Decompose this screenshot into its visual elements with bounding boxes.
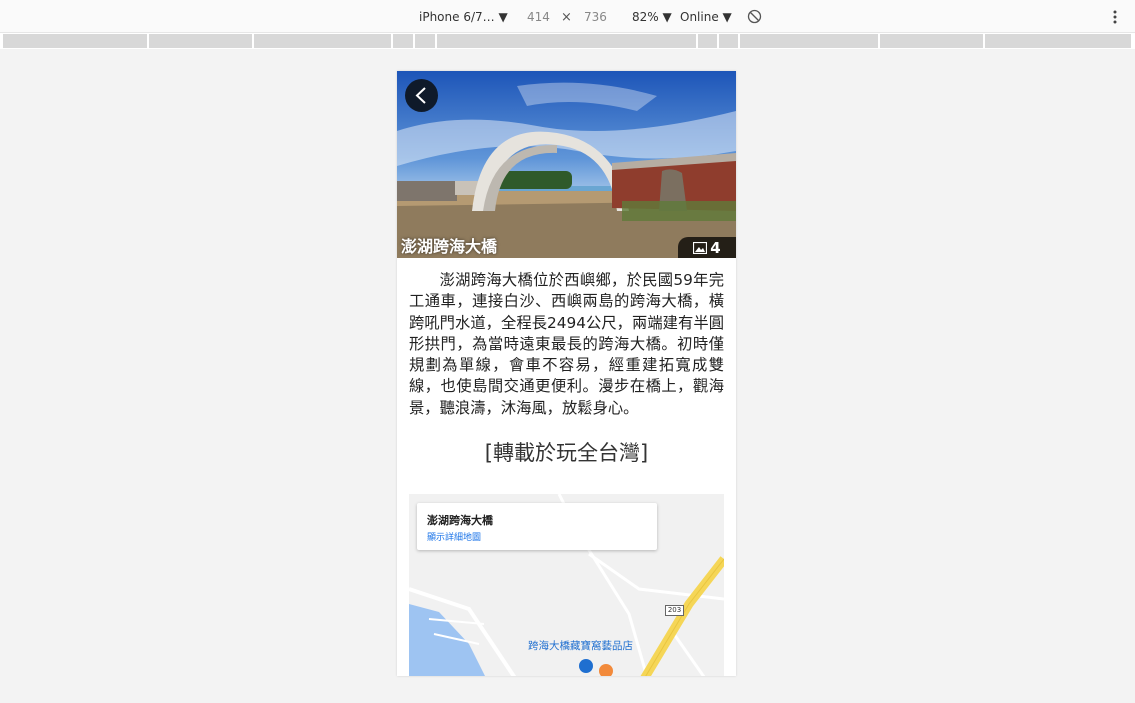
image-icon [693, 241, 708, 254]
embedded-map[interactable]: 澎湖跨海大橋 顯示詳細地圖 203 跨海大橋藏寶窩藝品店 [409, 494, 724, 676]
map-place-name: 澎湖跨海大橋 [427, 514, 493, 527]
height-input[interactable]: 736 [584, 10, 607, 24]
network-throttle-select[interactable]: Online ▼ [680, 10, 732, 24]
more-options-icon[interactable] [1110, 8, 1120, 26]
map-place-card: 澎湖跨海大橋 顯示詳細地圖 [417, 503, 657, 550]
route-shield: 203 [665, 605, 684, 616]
mobile-viewport: 澎湖跨海大橋 4 澎湖跨海大橋位於西嶼鄉，於民國59年完工通車，連接白沙、西嶼兩… [397, 71, 736, 676]
photo-gallery-button[interactable]: 4 [678, 237, 736, 258]
bridge-photo [397, 71, 736, 258]
dimension-separator: × [561, 10, 572, 25]
chevron-left-icon [415, 87, 426, 104]
place-title: 澎湖跨海大橋 [401, 237, 498, 256]
photo-count: 4 [710, 238, 721, 257]
rotate-icon[interactable] [747, 9, 762, 24]
zoom-select[interactable]: 82% ▼ [632, 10, 672, 24]
place-description: 澎湖跨海大橋位於西嶼鄉，於民國59年完工通車，連接白沙、西嶼兩島的跨海大橋，橫跨… [409, 271, 724, 417]
media-query-ruler [0, 33, 1135, 49]
hero-photo[interactable]: 澎湖跨海大橋 4 [397, 71, 736, 258]
device-toolbar: iPhone 6/7… ▼ 414 × 736 82% ▼ Online ▼ [0, 0, 1135, 33]
back-button[interactable] [405, 79, 438, 112]
source-attribution: [轉載於玩全台灣] [484, 441, 649, 466]
map-poi-label[interactable]: 跨海大橋藏寶窩藝品店 [528, 638, 633, 653]
width-input[interactable]: 414 [527, 10, 550, 24]
view-larger-map-link[interactable]: 顯示詳細地圖 [427, 530, 481, 543]
device-select[interactable]: iPhone 6/7… ▼ [419, 10, 508, 24]
